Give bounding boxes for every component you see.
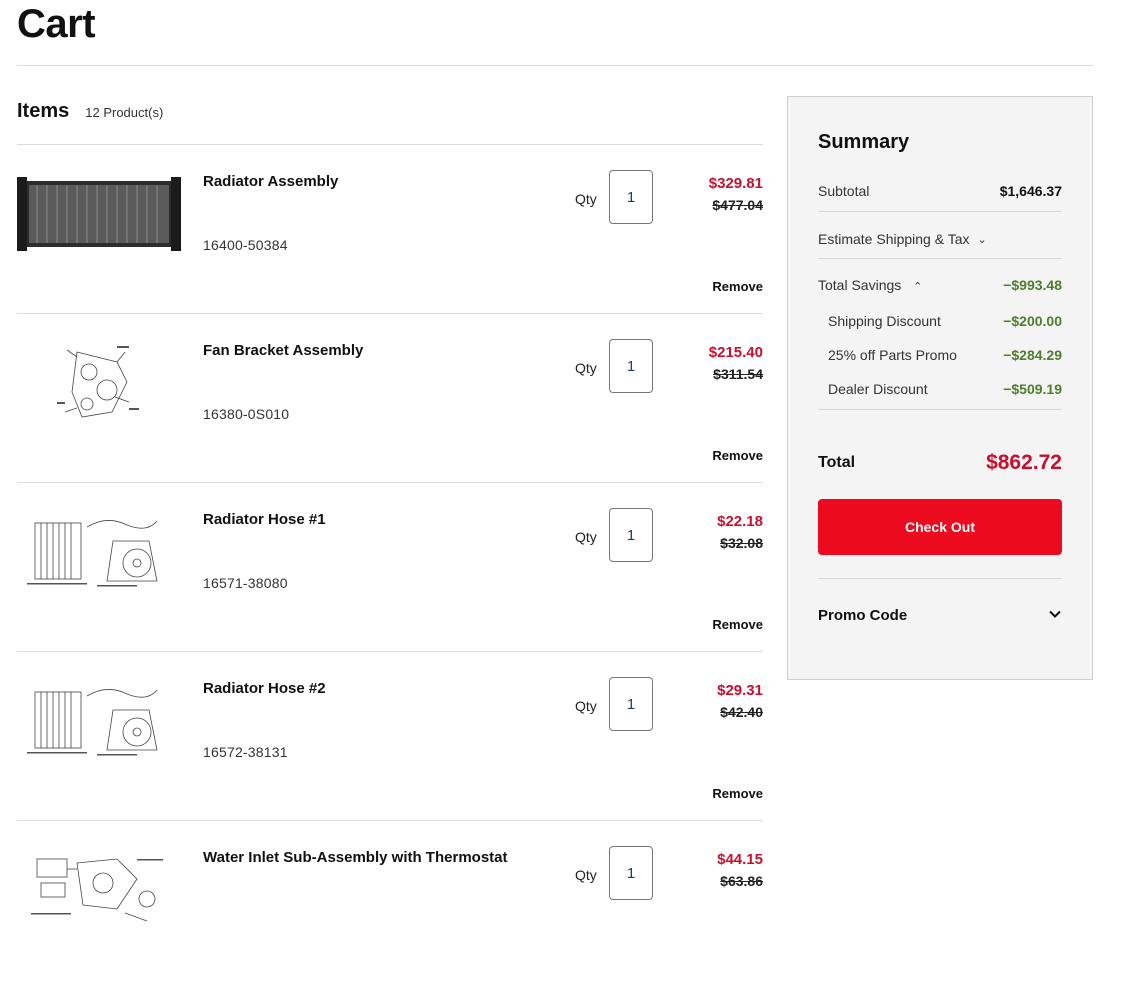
product-count: 12 Product(s) (85, 105, 164, 120)
radiator-hose-diagram-image[interactable] (17, 680, 181, 760)
cart-item: Water Inlet Sub-Assembly with Thermostat… (17, 820, 763, 989)
item-price: $329.81 (708, 175, 763, 192)
item-original-price: $311.54 (713, 366, 763, 382)
item-price: $44.15 (717, 851, 763, 868)
fan-bracket-diagram-image[interactable] (17, 342, 181, 422)
item-part-number: 16380-0S010 (203, 406, 290, 422)
radiator-image[interactable] (17, 173, 181, 253)
items-header: Items 12 Product(s) (17, 100, 163, 123)
item-part-number: 16572-38131 (203, 744, 288, 760)
total-savings-label: Total Savings (818, 277, 902, 293)
cart-item: Fan Bracket Assembly 16380-0S010 Qty $21… (17, 313, 763, 482)
chevron-down-icon[interactable]: ⌄ (978, 233, 987, 246)
page-title: Cart (17, 2, 96, 46)
divider (818, 578, 1062, 579)
cart-items-list: Radiator Assembly 16400-50384 Qty $329.8… (17, 144, 763, 989)
checkout-button[interactable]: Check Out (818, 499, 1062, 555)
qty-label: Qty (575, 867, 597, 883)
water-inlet-diagram-image[interactable] (17, 849, 181, 929)
divider (818, 258, 1062, 259)
cart-item: Radiator Hose #2 16572-38131 Qty $29.31 … (17, 651, 763, 820)
total-value: $862.72 (986, 451, 1062, 474)
item-name[interactable]: Radiator Hose #2 (203, 680, 326, 697)
item-original-price: $477.04 (712, 197, 763, 213)
item-original-price: $63.86 (720, 873, 763, 889)
qty-label: Qty (575, 698, 597, 714)
item-part-number: 16400-50384 (203, 237, 288, 253)
discount-row: Dealer Discount −$509.19 (828, 381, 1062, 397)
item-original-price: $42.40 (720, 704, 763, 720)
total-savings-row[interactable]: Total Savings ⌃ −$993.48 (818, 277, 1062, 293)
promo-code-toggle[interactable]: Promo Code (818, 607, 1062, 624)
discount-value: −$509.19 (1003, 381, 1062, 397)
discount-row: 25% off Parts Promo −$284.29 (828, 347, 1062, 363)
qty-input[interactable] (609, 846, 653, 900)
total-label: Total (818, 454, 856, 471)
qty-label: Qty (575, 529, 597, 545)
discount-label: 25% off Parts Promo (828, 347, 957, 363)
cart-item: Radiator Assembly 16400-50384 Qty $329.8… (17, 144, 763, 313)
chevron-up-icon[interactable]: ⌃ (913, 280, 922, 293)
qty-input[interactable] (609, 508, 653, 562)
shipping-tax-toggle[interactable]: Estimate Shipping & Tax ⌄ (818, 231, 1062, 247)
remove-button[interactable]: Remove (712, 279, 763, 294)
summary-title: Summary (818, 131, 910, 153)
remove-button[interactable]: Remove (712, 448, 763, 463)
divider (818, 211, 1062, 212)
discount-label: Shipping Discount (828, 313, 941, 329)
title-divider (17, 65, 1093, 66)
item-original-price: $32.08 (720, 535, 763, 551)
divider (818, 409, 1062, 410)
remove-button[interactable]: Remove (712, 617, 763, 632)
total-savings-toggle[interactable]: Total Savings ⌃ (818, 277, 922, 293)
chevron-down-icon[interactable] (1048, 607, 1062, 624)
qty-label: Qty (575, 360, 597, 376)
item-price: $215.40 (708, 344, 763, 361)
item-name[interactable]: Water Inlet Sub-Assembly with Thermostat (203, 849, 508, 866)
promo-code-label[interactable]: Promo Code (818, 607, 907, 624)
discount-value: −$200.00 (1003, 313, 1062, 329)
remove-button[interactable]: Remove (712, 786, 763, 801)
discount-label: Dealer Discount (828, 381, 928, 397)
order-summary-panel: Summary Subtotal $1,646.37 Estimate Ship… (787, 96, 1093, 680)
subtotal-row: Subtotal $1,646.37 (818, 183, 1062, 199)
item-price: $22.18 (717, 513, 763, 530)
item-price: $29.31 (717, 682, 763, 699)
total-row: Total $862.72 (818, 451, 1062, 475)
subtotal-value: $1,646.37 (999, 183, 1062, 199)
item-name[interactable]: Radiator Assembly (203, 173, 338, 190)
qty-label: Qty (575, 191, 597, 207)
radiator-hose-diagram-image[interactable] (17, 511, 181, 591)
qty-input[interactable] (609, 677, 653, 731)
items-title: Items (17, 100, 70, 122)
total-savings-value: −$993.48 (1003, 277, 1062, 293)
discount-row: Shipping Discount −$200.00 (828, 313, 1062, 329)
item-part-number: 16571-38080 (203, 575, 288, 591)
qty-input[interactable] (609, 339, 653, 393)
shipping-tax-label[interactable]: Estimate Shipping & Tax (818, 231, 970, 247)
qty-input[interactable] (609, 170, 653, 224)
subtotal-label: Subtotal (818, 183, 870, 199)
cart-item: Radiator Hose #1 16571-38080 Qty $22.18 … (17, 482, 763, 651)
item-name[interactable]: Radiator Hose #1 (203, 511, 326, 528)
item-name[interactable]: Fan Bracket Assembly (203, 342, 363, 359)
discount-value: −$284.29 (1003, 347, 1062, 363)
